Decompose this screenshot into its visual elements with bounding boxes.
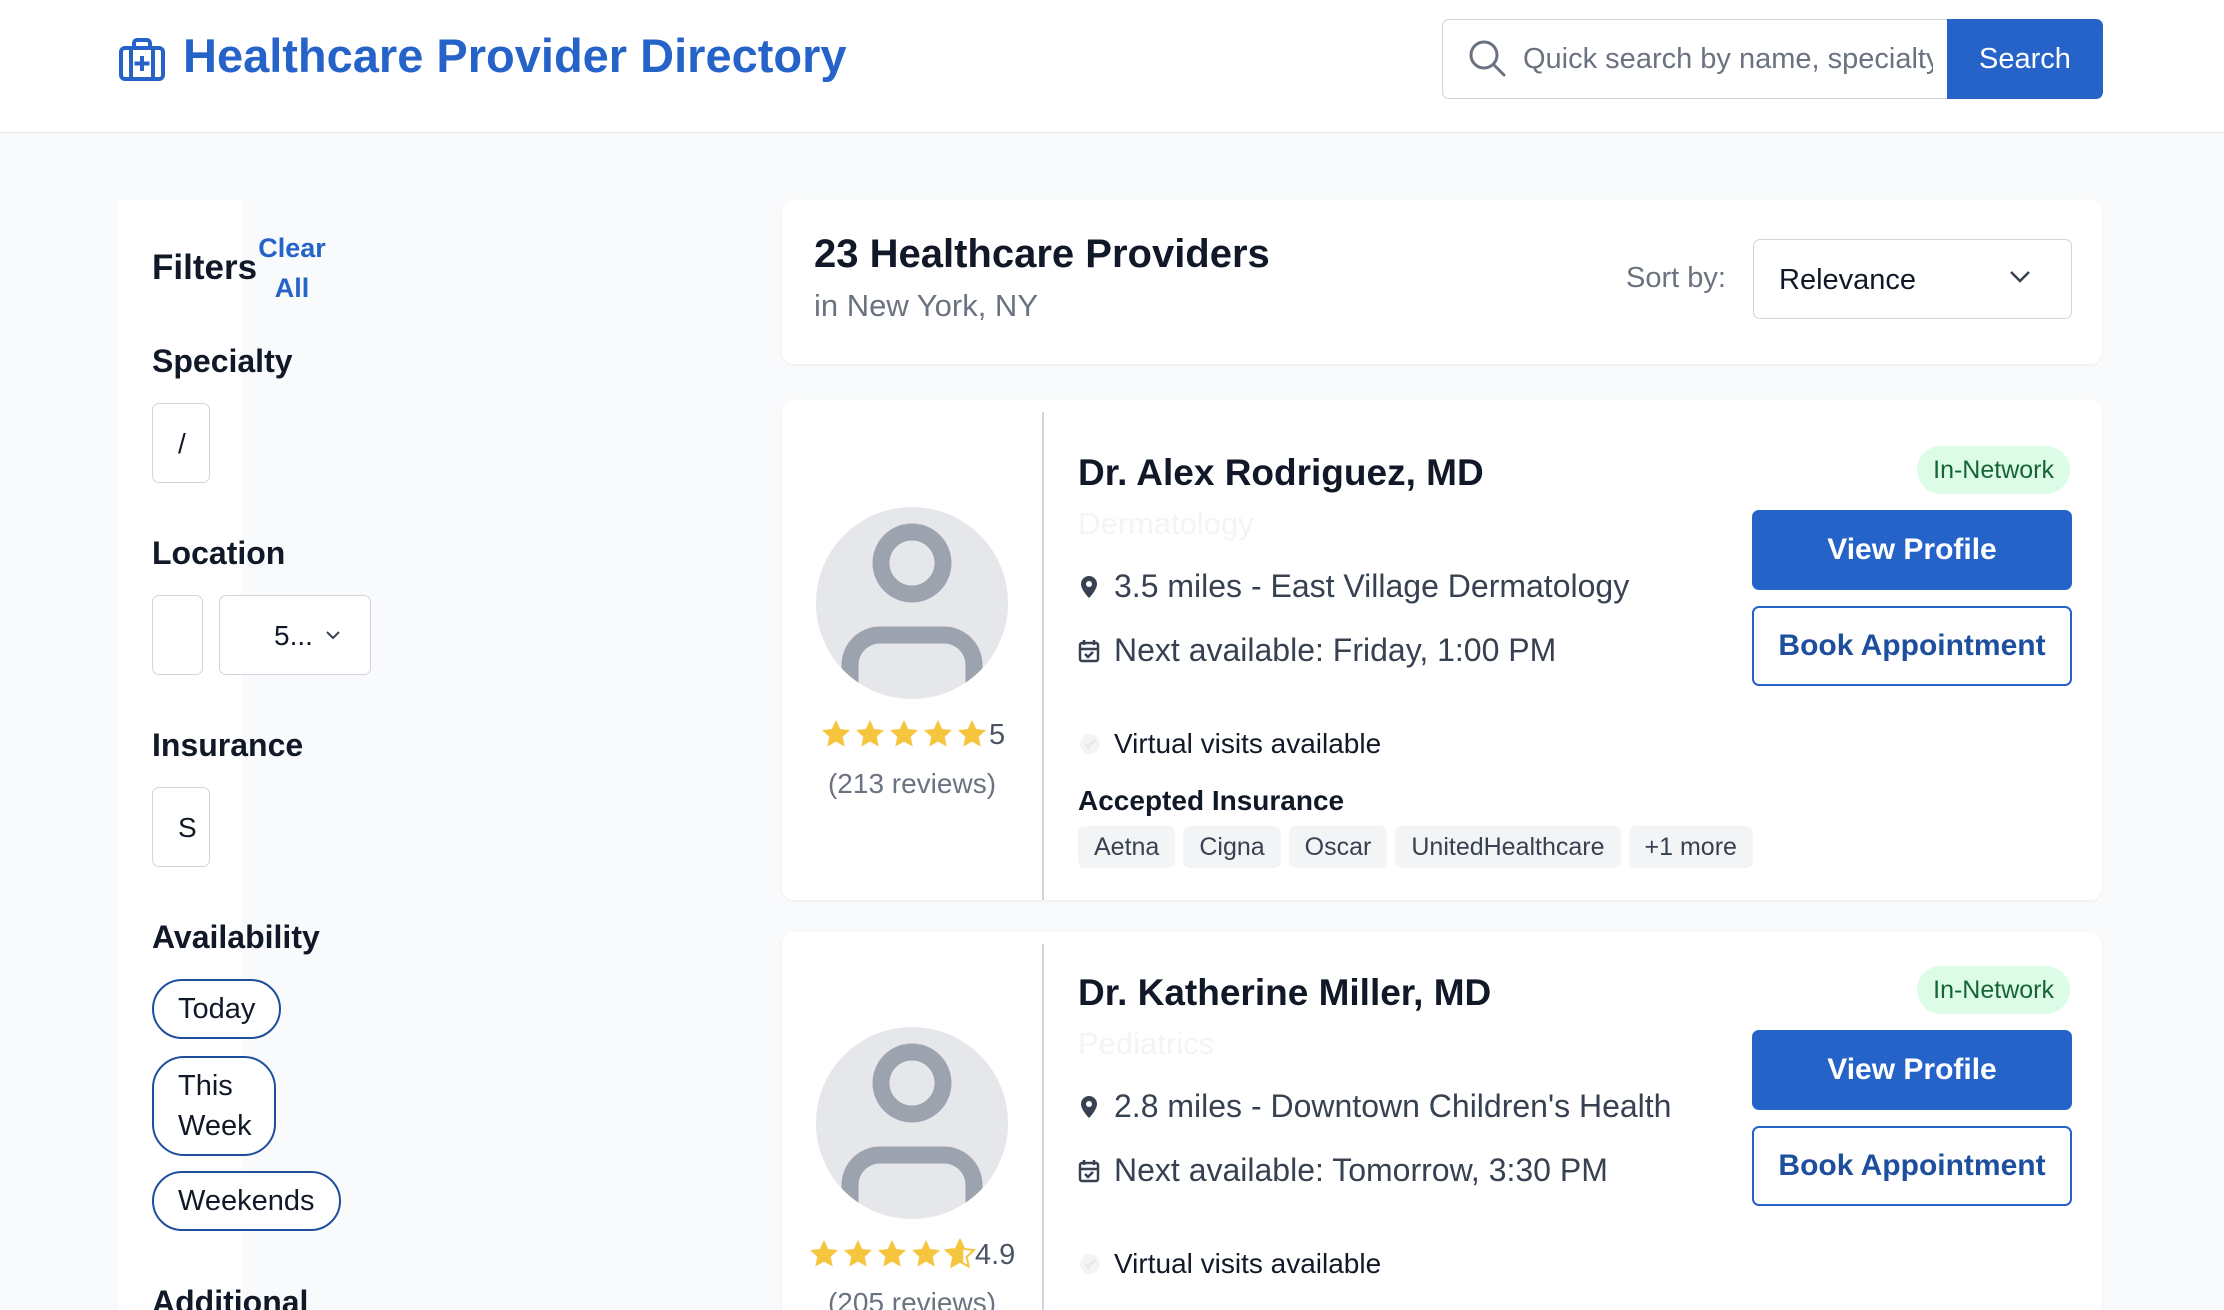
insurance-tag: Aetna <box>1078 826 1176 868</box>
person-icon <box>841 523 983 699</box>
distance-select[interactable]: 5... <box>219 595 371 675</box>
check-circle-icon <box>1080 734 1100 754</box>
provider-distance-text: 3.5 miles - East Village Dermatology <box>1114 568 1630 604</box>
insurance-title: Accepted Insurance <box>1078 785 1345 816</box>
provider-card: 5 (213 reviews) Dr. Alex Rodriguez, MD D… <box>782 400 2102 900</box>
provider-next-available-text: Next available: Tomorrow, 3:30 PM <box>1114 1152 1608 1188</box>
specialty-select[interactable]: / <box>152 403 210 483</box>
provider-card: 4.9 (205 reviews) Dr. Katherine Miller, … <box>782 932 2102 1310</box>
insurance-more-tag[interactable]: +1 more <box>1628 826 1753 868</box>
star-icon <box>944 1238 976 1269</box>
star-icon <box>890 720 918 747</box>
star-icon <box>810 1240 838 1267</box>
review-count: (213 reviews) <box>827 768 997 799</box>
zip-input[interactable] <box>152 595 203 675</box>
specialty-heading: Specialty <box>152 343 293 379</box>
provider-distance-text: 2.8 miles - Downtown Children's Health <box>1114 1088 1672 1124</box>
provider-distance: 3.5 miles - East Village Dermatology <box>1078 568 1629 605</box>
provider-specialty: Dermatology <box>1078 506 1254 541</box>
top-header: Healthcare Provider Directory Search <box>0 0 2224 133</box>
avatar <box>816 507 1008 699</box>
insurance-tag: UnitedHealthcare <box>1395 826 1621 868</box>
filters-title: Filters <box>152 248 258 287</box>
view-profile-button[interactable]: View Profile <box>1752 1030 2072 1110</box>
search-button[interactable]: Search <box>1947 19 2103 99</box>
provider-name: Dr. Alex Rodriguez, MD <box>1078 452 1484 493</box>
results-count: 23 Healthcare Providers <box>814 232 1270 276</box>
availability-heading: Availability <box>152 919 320 955</box>
view-profile-button[interactable]: View Profile <box>1752 510 2072 590</box>
availability-chip-today[interactable]: Today <box>152 979 282 1039</box>
review-count: (205 reviews) <box>827 1287 997 1310</box>
book-appointment-button[interactable]: Book Appointment <box>1752 606 2072 686</box>
card-divider <box>1042 412 1044 900</box>
provider-next-available: Next available: Friday, 1:00 PM <box>1078 632 1556 669</box>
sort-select[interactable]: Relevance <box>1753 239 2072 319</box>
insurance-tag: Oscar <box>1288 826 1388 868</box>
calendar-check-icon <box>1078 639 1100 662</box>
rating-value: 5 <box>989 719 1006 751</box>
star-icon <box>924 720 952 747</box>
in-network-badge: In-Network <box>1917 966 2070 1014</box>
clear-all-link[interactable]: Clear All <box>252 228 332 308</box>
insurance-select-value: S <box>178 812 197 843</box>
provider-specialty: Pediatrics <box>1078 1026 1215 1061</box>
avatar <box>816 1027 1008 1219</box>
distance-select-value: 5... <box>274 620 313 651</box>
sort-select-value: Relevance <box>1779 264 1917 296</box>
in-network-badge: In-Network <box>1917 446 2070 494</box>
search-icon <box>1469 40 1506 77</box>
star-icon <box>856 720 884 747</box>
rating-stars <box>820 718 988 750</box>
star-icon <box>958 720 986 747</box>
card-divider <box>1042 944 1044 1310</box>
calendar-check-icon <box>1078 1159 1100 1182</box>
provider-name: Dr. Katherine Miller, MD <box>1078 972 1492 1013</box>
virtual-visits-text: Virtual visits available <box>1114 728 1382 759</box>
chevron-down-icon <box>2010 271 2030 283</box>
medical-briefcase-icon <box>119 38 165 81</box>
insurance-tags: Aetna Cigna Oscar UnitedHealthcare +1 mo… <box>1078 826 1753 868</box>
virtual-visits: Virtual visits available <box>1078 728 1381 760</box>
chevron-down-icon <box>326 631 340 640</box>
star-icon <box>912 1240 940 1267</box>
star-icon <box>878 1240 906 1267</box>
location-pin-icon <box>1081 1095 1097 1118</box>
specialty-select-value: / <box>178 428 186 459</box>
provider-distance: 2.8 miles - Downtown Children's Health <box>1078 1088 1671 1125</box>
virtual-visits-text: Virtual visits available <box>1114 1248 1382 1279</box>
insurance-select[interactable]: S <box>152 787 210 867</box>
check-circle-icon <box>1080 1254 1100 1274</box>
search-input[interactable] <box>1523 30 1933 88</box>
virtual-visits: Virtual visits available <box>1078 1248 1381 1280</box>
location-pin-icon <box>1081 575 1097 598</box>
insurance-heading: Insurance <box>152 727 304 763</box>
availability-chip-this-week[interactable]: This Week <box>152 1056 276 1156</box>
provider-next-available-text: Next available: Friday, 1:00 PM <box>1114 632 1557 668</box>
search-box[interactable] <box>1442 19 1948 99</box>
sort-label: Sort by: <box>1626 262 1726 294</box>
location-heading: Location <box>152 535 286 571</box>
availability-chip-weekends[interactable]: Weekends <box>152 1171 341 1231</box>
rating-stars <box>808 1238 976 1270</box>
book-appointment-button[interactable]: Book Appointment <box>1752 1126 2072 1206</box>
insurance-tag: Cigna <box>1183 826 1281 868</box>
additional-heading: Additional <box>152 1284 309 1310</box>
star-icon <box>844 1240 872 1267</box>
person-icon <box>841 1043 983 1219</box>
provider-next-available: Next available: Tomorrow, 3:30 PM <box>1078 1152 1608 1189</box>
results-location: in New York, NY <box>814 288 1038 323</box>
rating-value: 4.9 <box>975 1239 1016 1271</box>
results-header: 23 Healthcare Providers in New York, NY … <box>782 200 2102 364</box>
app-title: Healthcare Provider Directory <box>183 29 847 82</box>
star-icon <box>822 720 850 747</box>
